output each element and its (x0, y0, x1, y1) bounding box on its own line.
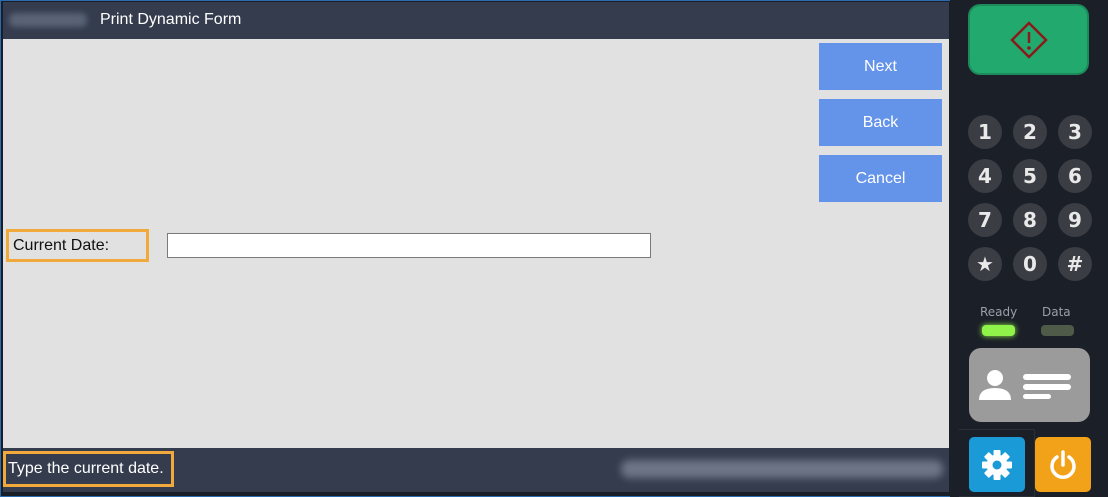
id-card-icon (979, 370, 1071, 400)
keypad-key-5[interactable]: 5 (1013, 159, 1047, 193)
keypad-key-7[interactable]: 7 (968, 203, 1002, 237)
ready-indicator (982, 325, 1015, 336)
power-icon (1050, 449, 1076, 479)
main-screen: Print Dynamic Form Next Back Cancel Curr… (3, 2, 949, 492)
keypad-key-4[interactable]: 4 (968, 159, 1002, 193)
keypad-key-0[interactable]: 0 (1013, 247, 1047, 281)
keypad-key-8[interactable]: 8 (1013, 203, 1047, 237)
title-bar: Print Dynamic Form (3, 2, 949, 39)
start-button[interactable] (968, 4, 1089, 75)
back-button[interactable]: Back (819, 99, 942, 146)
keypad-key-9[interactable]: 9 (1058, 203, 1092, 237)
ready-label: Ready (980, 305, 1018, 319)
id-card-button[interactable] (969, 348, 1090, 422)
settings-button[interactable] (969, 437, 1025, 492)
keypad-key-star[interactable]: ★ (968, 247, 1002, 281)
device-panel: 1 2 3 4 5 6 7 8 9 ★ 0 # Ready Data (950, 0, 1108, 497)
data-label: Data (1042, 305, 1071, 319)
cancel-button[interactable]: Cancel (819, 155, 942, 202)
current-date-label: Current Date: (6, 229, 149, 262)
status-message-text: Type the current date. (8, 460, 164, 477)
page-title: Print Dynamic Form (100, 11, 242, 28)
current-date-input[interactable] (167, 233, 651, 258)
keypad-key-hash[interactable]: # (1058, 247, 1092, 281)
status-message: Type the current date. (3, 451, 174, 487)
keypad-key-2[interactable]: 2 (1013, 115, 1047, 149)
blurred-app-name (9, 13, 87, 27)
keypad-key-6[interactable]: 6 (1058, 159, 1092, 193)
current-date-label-text: Current Date: (13, 236, 110, 254)
diamond-start-icon (1009, 20, 1048, 59)
data-indicator (1041, 325, 1074, 336)
status-bar: Type the current date. (3, 448, 949, 492)
blurred-user-info (621, 460, 943, 478)
gear-icon (982, 449, 1012, 480)
power-button[interactable] (1035, 437, 1091, 492)
next-button[interactable]: Next (819, 43, 942, 90)
keypad-key-3[interactable]: 3 (1058, 115, 1092, 149)
keypad-key-1[interactable]: 1 (968, 115, 1002, 149)
